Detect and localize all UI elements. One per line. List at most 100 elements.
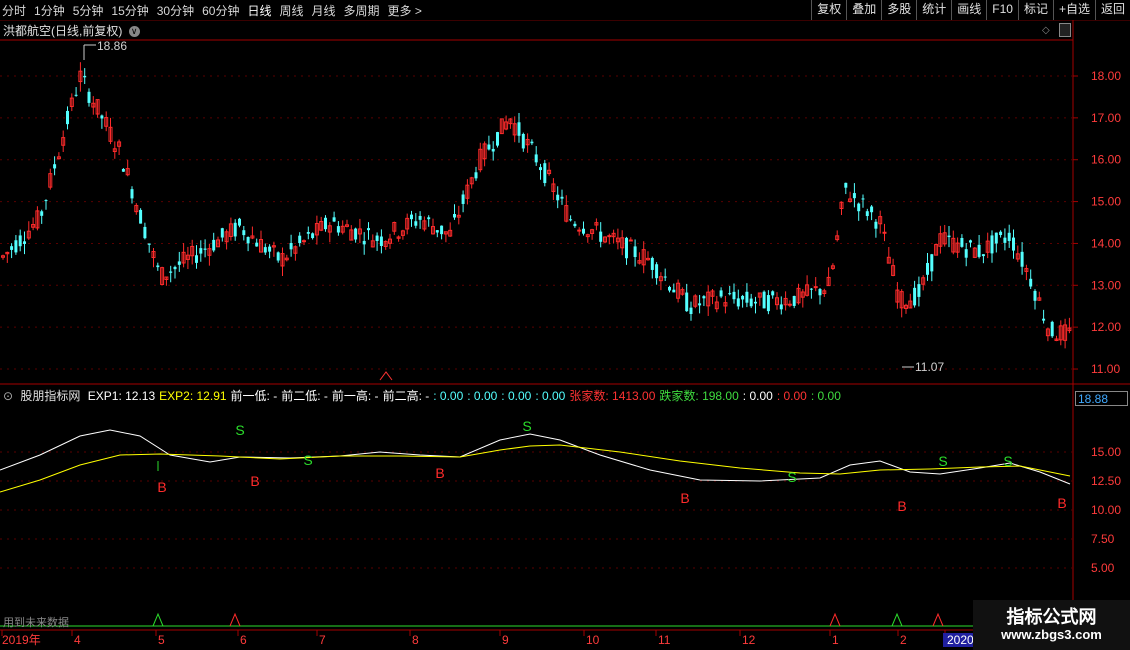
candle-body-down [66, 110, 69, 125]
candle-body-down [685, 292, 689, 312]
candle-body-down [177, 261, 181, 265]
candle-body-down [1003, 237, 1007, 243]
candle-body-down [491, 148, 495, 152]
candle-body-down [947, 235, 951, 238]
signal-marker-icon [379, 371, 393, 381]
candle-body-down [930, 254, 934, 272]
time-axis-label: 4 [74, 633, 81, 647]
candle-body-down [487, 144, 491, 150]
sell-signal-label: S [303, 452, 312, 468]
indicator-name[interactable]: 股朋指标网 [20, 389, 80, 403]
candle-body-down [1033, 290, 1037, 301]
candle-body-down [861, 198, 865, 200]
chevron-down-icon[interactable]: ⊙ [3, 389, 13, 403]
candle-body-down [792, 295, 796, 306]
candle-body-down [324, 217, 327, 230]
candle-body-down [203, 248, 207, 250]
time-axis-label: 2020 [947, 633, 974, 647]
candle-body-down [289, 243, 293, 250]
candle-body-down [311, 233, 315, 239]
candle-body-down [276, 252, 280, 261]
candle-body-down [130, 189, 134, 199]
kline-chart-canvas[interactable]: 18.0017.0016.0015.0014.0013.0012.0011.00… [0, 0, 1130, 650]
candle-body-down [913, 287, 917, 306]
price-axis-label: 11.00 [1091, 362, 1120, 376]
candle-body-down [414, 221, 418, 226]
time-axis-label: 11 [658, 633, 671, 647]
low-price-label: 11.07 [915, 360, 944, 374]
indicator-value: : 0.00 [776, 389, 807, 403]
candle-body-down [969, 240, 972, 243]
candle-body-down [728, 293, 732, 295]
candle-body-down [990, 235, 994, 254]
price-axis-label: 14.00 [1091, 236, 1121, 250]
time-axis-label: 9 [502, 633, 509, 647]
candle-body-down [857, 203, 861, 212]
candle-body-down [246, 237, 250, 244]
time-axis-label: 10 [586, 633, 600, 647]
time-axis-label: 12 [742, 633, 756, 647]
candle-body-down [461, 194, 465, 204]
signal-spike [829, 612, 841, 627]
candle-body-down [719, 290, 723, 297]
buy-signal-label: B [680, 490, 689, 506]
candle-body-down [418, 215, 422, 220]
candle-body-down [818, 289, 822, 296]
indicator-current-value: 18.88 [1075, 391, 1128, 406]
candle-body-down [238, 218, 241, 226]
indicator-value: EXP2: 12.91 [159, 389, 227, 403]
candle-body-down [999, 231, 1003, 236]
candle-body-down [844, 182, 848, 188]
candle-body-down [298, 235, 302, 244]
indicator-value: : 0.00 [810, 389, 841, 403]
indicator-value: 前一高: - [331, 389, 379, 403]
candle-body-down [23, 241, 26, 244]
candle-body-down [698, 303, 702, 306]
candle-body-down [874, 221, 878, 229]
candle-body-up [628, 239, 633, 242]
price-axis-label: 13.00 [1091, 278, 1121, 292]
signal-spike [932, 612, 944, 627]
watermark: 指标公式网 www.zbgs3.com [973, 600, 1130, 650]
candle-body-down [1050, 321, 1054, 337]
candle-body-down [625, 237, 628, 259]
candle-body-down [556, 194, 560, 201]
candle-body-down [367, 228, 370, 231]
candle-body-down [779, 304, 783, 310]
indicator-header: ⊙ 股朋指标网 EXP1: 12.13 EXP2: 12.91 前一低: - 前二低:… [3, 387, 845, 404]
candle-body-down [702, 296, 706, 299]
signal-spike [229, 612, 241, 627]
candle-body-down [156, 265, 160, 268]
indicator-value: : 0.00 [433, 389, 464, 403]
candle-body-down [427, 217, 431, 220]
candle-body-down [852, 193, 856, 199]
watermark-url: www.zbgs3.com [1001, 627, 1102, 642]
candle-body-down [496, 132, 499, 146]
time-axis-label: 2 [900, 633, 907, 647]
candle-body-down [173, 266, 177, 270]
candle-body-down [809, 288, 813, 290]
indicator-value: 前一低: - [230, 389, 278, 403]
buy-signal-label: B [897, 498, 906, 514]
candle-body-down [517, 122, 521, 136]
candle-body-up [577, 229, 582, 232]
candle-body-down [663, 276, 667, 278]
candle-body-down [650, 257, 654, 270]
candle-body-down [766, 295, 770, 312]
candle-body-down [336, 226, 340, 233]
candle-body-down [1020, 251, 1024, 267]
candle-body-down [534, 154, 538, 163]
candle-body-down [143, 226, 147, 239]
candle-body-down [754, 301, 757, 304]
candle-body-down [741, 295, 745, 300]
candle-body-down [199, 248, 203, 254]
candle-body-down [672, 289, 676, 293]
signal-spike [891, 612, 903, 627]
candle-body-down [18, 235, 22, 247]
candle-body-down [732, 291, 736, 300]
candle-body-down [474, 172, 478, 179]
candle-body-down [40, 211, 44, 216]
indicator-axis-label: 10.00 [1091, 503, 1121, 517]
indicator-value: : 0.00 [742, 389, 773, 403]
candle-body-down [560, 196, 564, 199]
